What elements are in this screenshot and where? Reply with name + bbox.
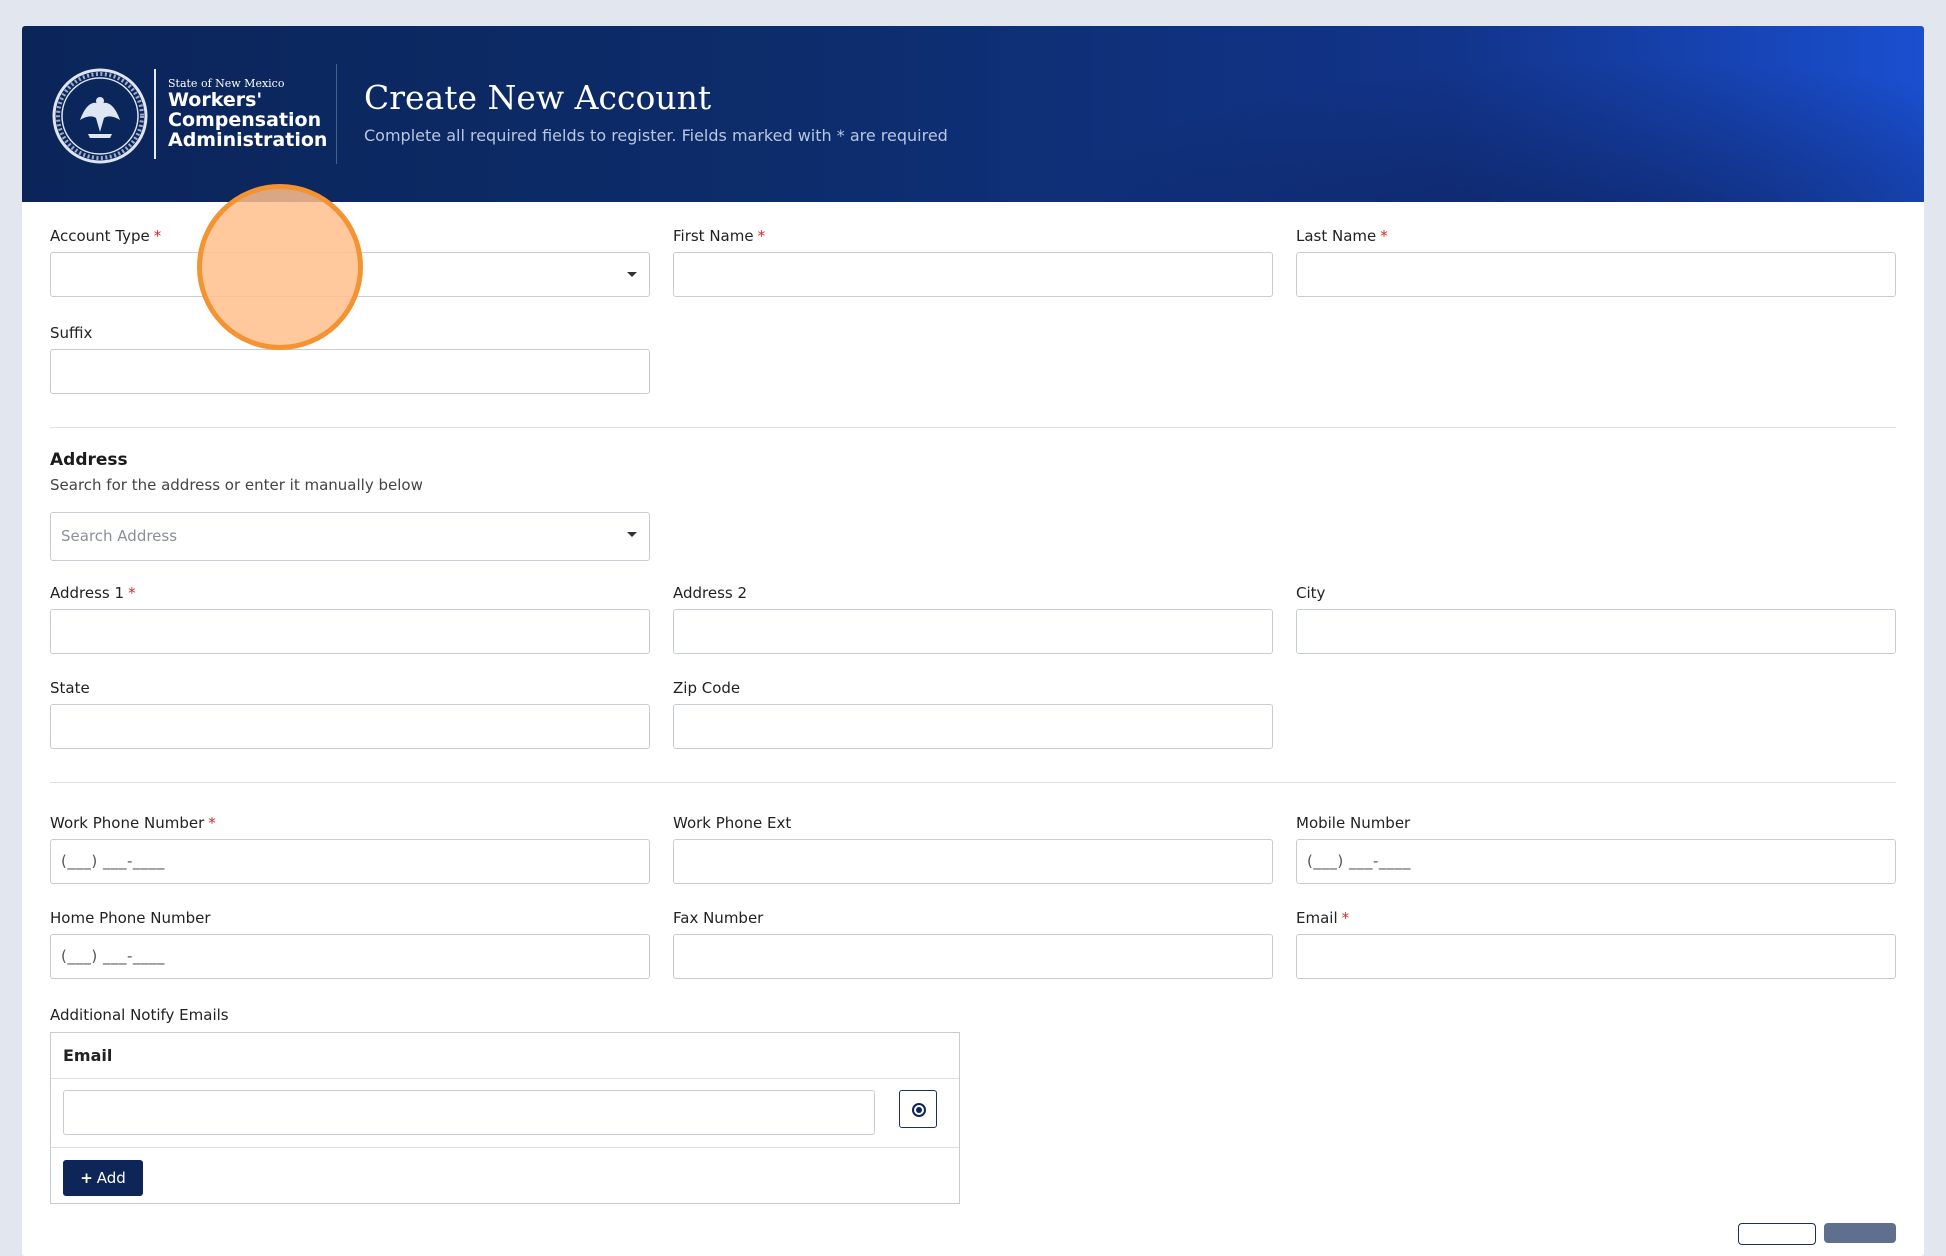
email-input[interactable] [1296,934,1896,979]
required-marker: * [153,227,162,245]
mobile-mask: (___) ___-____ [1307,852,1411,870]
header-divider [336,64,337,164]
fax-field: Fax Number [673,909,1273,979]
mobile-input[interactable]: (___) ___-____ [1296,839,1896,884]
required-marker: * [128,584,136,602]
add-email-button[interactable]: + Add [63,1160,143,1196]
home-phone-input[interactable]: (___) ___-____ [50,934,650,979]
address2-input[interactable] [673,609,1273,654]
page-title: Create New Account [364,78,712,117]
remove-email-button[interactable] [899,1090,937,1128]
address2-label: Address 2 [673,584,748,602]
work-phone-input[interactable]: (___) ___-____ [50,839,650,884]
zip-input[interactable] [673,704,1273,749]
work-phone-field: Work Phone Number * (___) ___-____ [50,814,650,884]
logo-agency-line-3: Administration [168,129,328,151]
required-marker: * [1380,227,1388,245]
first-name-input[interactable] [673,252,1273,297]
plus-icon: + [80,1169,93,1187]
home-phone-label: Home Phone Number [50,909,211,927]
required-marker: * [757,227,766,245]
work-ext-input[interactable] [673,839,1273,884]
city-field: City [1296,584,1896,654]
logo-agency-line-1: Workers' [168,89,263,111]
cancel-button[interactable] [1738,1223,1816,1245]
fax-input[interactable] [673,934,1273,979]
logo-divider [154,69,156,159]
state-input[interactable] [50,704,650,749]
home-phone-mask: (___) ___-____ [61,947,165,965]
last-name-label: Last Name [1296,227,1377,245]
zip-field: Zip Code [673,679,1273,749]
add-email-label: Add [96,1169,126,1187]
home-phone-field: Home Phone Number (___) ___-____ [50,909,650,979]
first-name-label: First Name [673,227,754,245]
address-section-description: Search for the address or enter it manua… [50,476,423,494]
zip-label: Zip Code [673,679,741,697]
agency-logo-text: State of New Mexico Workers' Compensatio… [168,78,328,151]
table-row [51,1079,959,1148]
notify-emails-label: Additional Notify Emails [50,1006,229,1024]
address1-field: Address 1 * [50,584,650,654]
last-name-input[interactable] [1296,252,1896,297]
state-seal-icon [52,68,148,164]
work-phone-mask: (___) ___-____ [61,852,165,870]
work-ext-field: Work Phone Ext [673,814,1273,884]
suffix-label: Suffix [50,324,93,342]
section-divider [50,782,1896,783]
notify-email-input[interactable] [63,1090,875,1135]
email-field: Email * [1296,909,1896,979]
work-phone-label: Work Phone Number [50,814,205,832]
page-header: State of New Mexico Workers' Compensatio… [22,26,1924,202]
required-marker: * [1341,909,1350,927]
notify-add-row: + Add [51,1148,959,1205]
mobile-label: Mobile Number [1296,814,1411,832]
state-label: State [50,679,90,697]
work-ext-label: Work Phone Ext [673,814,792,832]
address1-label: Address 1 [50,584,125,602]
city-label: City [1296,584,1326,602]
chevron-down-icon [627,532,637,537]
page-subtitle: Complete all required fields to register… [364,126,948,145]
mobile-field: Mobile Number (___) ___-____ [1296,814,1896,884]
last-name-field: Last Name * [1296,227,1896,297]
suffix-field: Suffix [50,324,650,394]
submit-button[interactable] [1824,1223,1896,1243]
address-section-title: Address [50,450,128,470]
address-search-placeholder: Search Address [61,527,178,545]
account-type-label: Account Type [50,227,150,245]
section-divider [50,427,1896,428]
address-search-field: Search Address [50,512,650,561]
state-field: State [50,679,650,749]
email-label: Email [1296,909,1338,927]
required-marker: * [208,814,216,832]
radio-dot-icon [916,1107,922,1113]
address2-field: Address 2 [673,584,1273,654]
notify-emails-table: Email + Add [50,1032,960,1204]
fax-label: Fax Number [673,909,764,927]
chevron-down-icon [627,272,637,277]
address-search-select[interactable]: Search Address [50,512,650,561]
first-name-field: First Name * [673,227,1273,297]
address1-input[interactable] [50,609,650,654]
city-input[interactable] [1296,609,1896,654]
suffix-input[interactable] [50,349,650,394]
header-background-photo [922,26,1924,202]
logo-agency-line-2: Compensation [168,109,322,131]
click-indicator [197,184,363,350]
notify-email-column-header: Email [51,1033,959,1079]
